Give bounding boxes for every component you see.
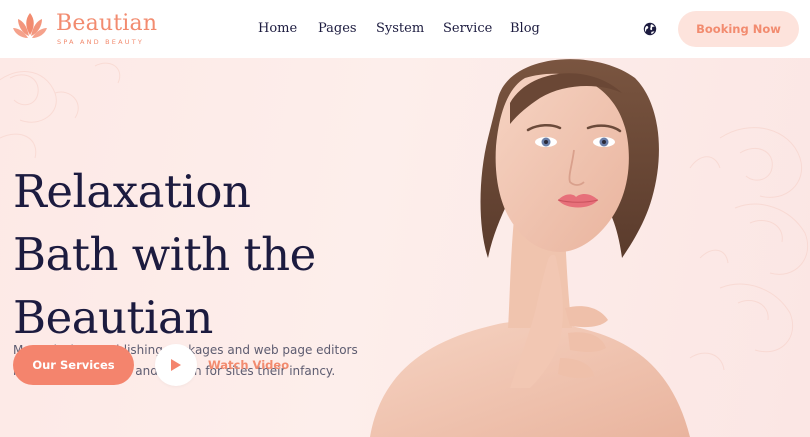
watch-video-play-button[interactable]	[155, 344, 197, 386]
globe-icon[interactable]	[643, 22, 657, 36]
hero-title: Relaxation Bath with the Beautian	[13, 160, 373, 349]
site-header: Beautian SPA AND BEAUTY Home Pages Syste…	[0, 0, 810, 58]
brand-tagline: SPA AND BEAUTY	[57, 38, 145, 46]
watch-video-link[interactable]: Watch Video	[208, 357, 289, 373]
booking-now-button[interactable]: Booking Now	[678, 11, 799, 47]
brand-logo[interactable]: Beautian SPA AND BEAUTY	[12, 9, 162, 49]
woman-portrait	[370, 59, 690, 437]
nav-service[interactable]: Service	[443, 20, 492, 38]
nav-system[interactable]: System	[376, 20, 424, 38]
brand-name: Beautian	[56, 11, 158, 36]
play-icon	[171, 359, 181, 371]
our-services-button[interactable]: Our Services	[13, 345, 134, 385]
nav-blog[interactable]: Blog	[510, 20, 540, 38]
lotus-icon	[13, 13, 47, 38]
hero-title-line-1: Relaxation	[13, 165, 251, 218]
hero-title-line-2: Bath with the	[13, 228, 316, 281]
nav-home[interactable]: Home	[258, 20, 297, 38]
nav-pages[interactable]: Pages	[318, 20, 357, 38]
